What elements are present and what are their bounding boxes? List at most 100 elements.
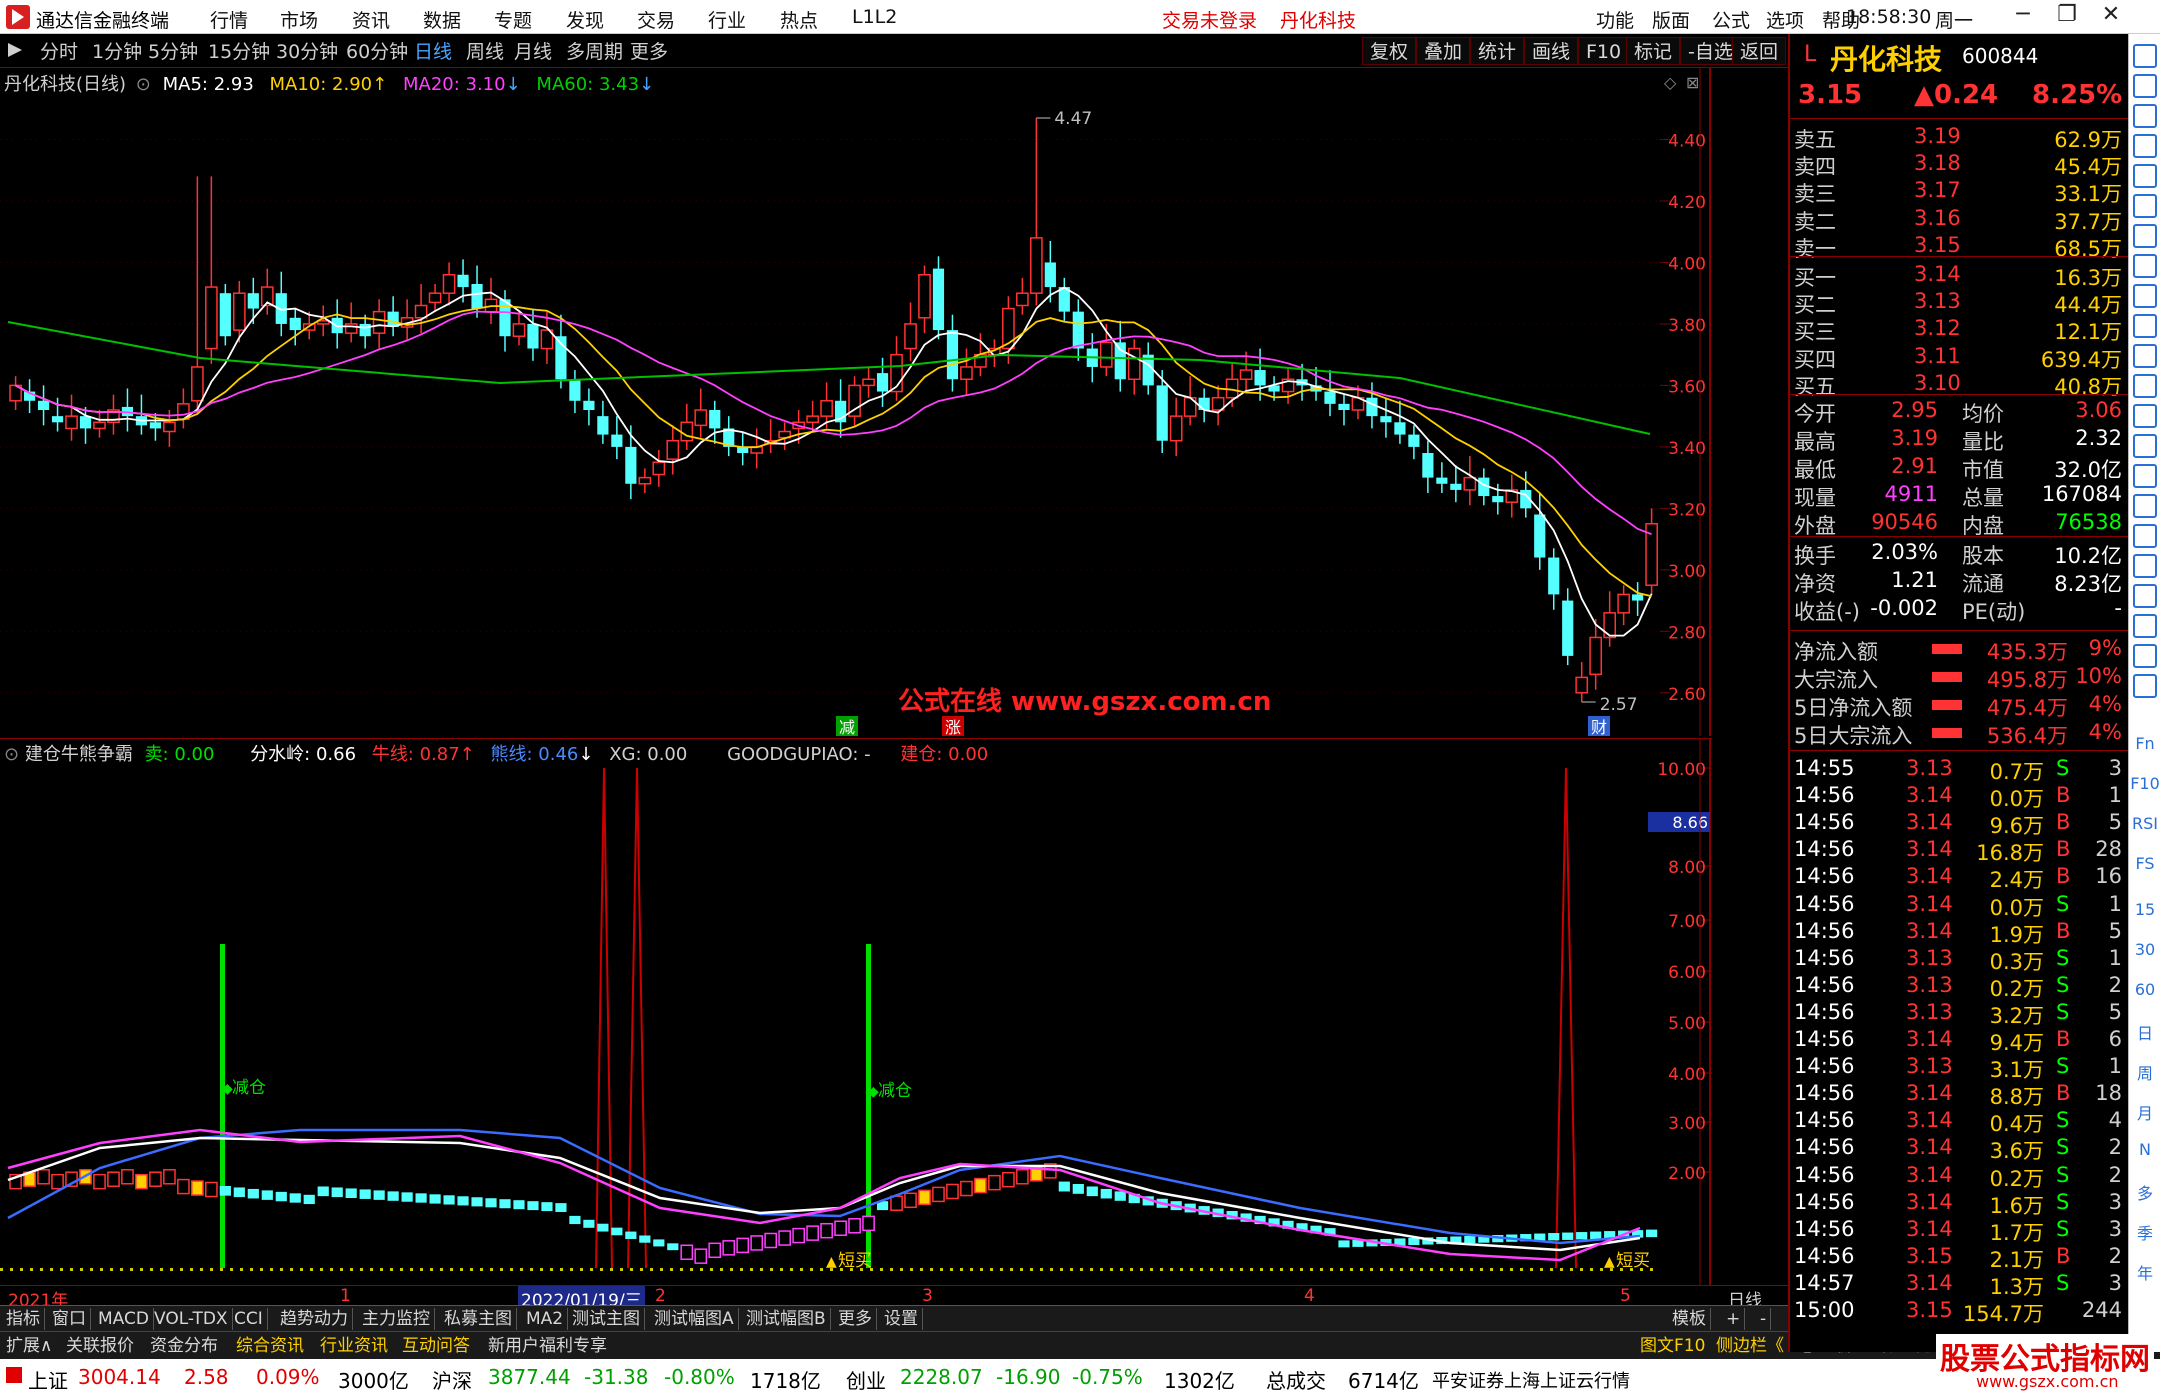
- toolbar-btn-6[interactable]: 标记: [1626, 37, 1681, 65]
- bid-row[interactable]: 买一 3.14 16.3万: [1794, 262, 2128, 290]
- side-tool-icon[interactable]: [2133, 164, 2157, 188]
- side-tool-label[interactable]: 年: [2129, 1260, 2160, 1284]
- indicator-tab-2[interactable]: 窗口: [48, 1308, 91, 1330]
- minimize-icon[interactable]: ─: [2006, 2, 2040, 30]
- period-tab-7[interactable]: 日线: [408, 39, 458, 65]
- ind-gear-icon[interactable]: ⊙: [4, 744, 19, 765]
- side-tool-icon[interactable]: [2133, 194, 2157, 218]
- ext-tab-5[interactable]: 行业资讯: [316, 1335, 392, 1357]
- bid-row[interactable]: 买四 3.11 639.4万: [1794, 344, 2128, 372]
- side-tool-icon[interactable]: [2133, 584, 2157, 608]
- side-tool-label[interactable]: FS: [2129, 854, 2160, 873]
- ext-tab-7[interactable]: 新用户福利专享: [484, 1335, 611, 1357]
- indicator-tab-12[interactable]: 测试幅图B: [742, 1308, 831, 1330]
- indicator-tab-10[interactable]: 测试主图: [568, 1308, 645, 1330]
- menu-9[interactable]: 热点: [780, 6, 818, 33]
- period-tab-3[interactable]: 5分钟: [142, 39, 204, 65]
- side-tab-2[interactable]: 侧边栏《: [1712, 1335, 1788, 1357]
- side-tool-label[interactable]: 月: [2129, 1100, 2160, 1124]
- side-tool-icon[interactable]: [2133, 494, 2157, 518]
- indicator-tab-1[interactable]: 指标: [2, 1308, 45, 1330]
- menu-6[interactable]: 发现: [566, 6, 604, 33]
- restore-icon[interactable]: ❐: [2050, 2, 2084, 30]
- indicator-tab-9[interactable]: MA2: [522, 1308, 569, 1330]
- side-tool-icon[interactable]: [2133, 284, 2157, 308]
- collapse-icon[interactable]: [8, 43, 22, 57]
- side-tool-icon[interactable]: [2133, 524, 2157, 548]
- toolbar-btn-1[interactable]: 复权: [1362, 37, 1417, 65]
- side-tool-label[interactable]: F10: [2129, 774, 2160, 793]
- toolbar-btn-2[interactable]: 叠加: [1416, 37, 1471, 65]
- ext-tab-6[interactable]: 互动问答: [398, 1335, 474, 1357]
- period-tab-8[interactable]: 周线: [460, 39, 510, 65]
- period-tab-10[interactable]: 多周期: [560, 39, 629, 65]
- indicator-tab-4[interactable]: VOL-TDX: [150, 1308, 233, 1330]
- period-tab-2[interactable]: 1分钟: [86, 39, 148, 65]
- period-tab-4[interactable]: 15分钟: [202, 39, 276, 65]
- ext-tab-3[interactable]: 资金分布: [146, 1335, 222, 1357]
- side-tool-icon[interactable]: [2133, 254, 2157, 278]
- chart-diamond-icon[interactable]: ◇: [1664, 73, 1677, 92]
- side-tool-icon[interactable]: [2133, 224, 2157, 248]
- indicator-tab-7[interactable]: 主力监控: [358, 1308, 435, 1330]
- side-tool-icon[interactable]: [2133, 104, 2157, 128]
- indicator-tab-6[interactable]: 趋势动力: [276, 1308, 353, 1330]
- chart-close-icon[interactable]: ⊠: [1686, 73, 1699, 92]
- ask-row[interactable]: 卖四 3.18 45.4万: [1794, 151, 2128, 179]
- cy-label[interactable]: 创业: [846, 1365, 886, 1394]
- bid-row[interactable]: 买二 3.13 44.4万: [1794, 289, 2128, 317]
- side-tool-icon[interactable]: [2133, 134, 2157, 158]
- right-menu-4[interactable]: 选项: [1766, 6, 1804, 33]
- side-tool-icon[interactable]: [2133, 44, 2157, 68]
- indicator-tab-14[interactable]: 设置: [880, 1308, 923, 1330]
- right-menu-1[interactable]: 功能: [1596, 6, 1634, 33]
- right-menu-3[interactable]: 公式: [1712, 6, 1750, 33]
- sh-label[interactable]: 上证: [28, 1365, 68, 1394]
- menu-10[interactable]: L1L2: [852, 6, 897, 28]
- menu-2[interactable]: 市场: [280, 6, 318, 33]
- bid-row[interactable]: 买三 3.12 12.1万: [1794, 316, 2128, 344]
- sz-label[interactable]: 沪深: [432, 1365, 472, 1394]
- side-tool-icon[interactable]: [2133, 314, 2157, 338]
- side-tool-icon[interactable]: [2133, 674, 2157, 698]
- side-tool-label[interactable]: 多: [2129, 1180, 2160, 1204]
- period-tab-9[interactable]: 月线: [508, 39, 558, 65]
- right-menu-2[interactable]: 版面: [1652, 6, 1690, 33]
- toolbar-btn-5[interactable]: F10: [1578, 37, 1630, 65]
- side-tool-label[interactable]: 60: [2129, 980, 2160, 999]
- side-tool-icon[interactable]: [2133, 404, 2157, 428]
- kline-chart[interactable]: 4.404.204.003.803.603.403.203.002.802.60…: [0, 68, 1712, 736]
- side-tool-label[interactable]: 15: [2129, 900, 2160, 919]
- side-tool-icon[interactable]: [2133, 344, 2157, 368]
- toolbar-btn-4[interactable]: 画线: [1524, 37, 1579, 65]
- indicator-chart[interactable]: 10.008.007.006.005.004.003.002.008.66减仓减…: [0, 738, 1712, 1285]
- side-tool-label[interactable]: RSI: [2129, 814, 2160, 833]
- period-tab-5[interactable]: 30分钟: [270, 39, 344, 65]
- menu-1[interactable]: 行情: [210, 6, 248, 33]
- side-tool-label[interactable]: 日: [2129, 1020, 2160, 1044]
- legend-gear-icon[interactable]: ⊙: [136, 74, 151, 95]
- ask-row[interactable]: 卖二 3.16 37.7万: [1794, 206, 2128, 234]
- template-btn-3[interactable]: -: [1756, 1308, 1772, 1330]
- stock-tab[interactable]: 丹化科技: [1280, 6, 1356, 33]
- login-status[interactable]: 交易未登录: [1162, 6, 1257, 33]
- menu-3[interactable]: 资讯: [352, 6, 390, 33]
- side-tool-label[interactable]: N: [2129, 1140, 2160, 1159]
- indicator-tab-8[interactable]: 私募主图: [440, 1308, 517, 1330]
- close-icon[interactable]: ✕: [2094, 2, 2128, 30]
- side-tool-icon[interactable]: [2133, 464, 2157, 488]
- period-tab-11[interactable]: 更多: [624, 39, 674, 65]
- indicator-tab-13[interactable]: 更多: [834, 1308, 877, 1330]
- menu-8[interactable]: 行业: [708, 6, 746, 33]
- menu-7[interactable]: 交易: [637, 6, 675, 33]
- side-tool-icon[interactable]: [2133, 434, 2157, 458]
- side-tool-icon[interactable]: [2133, 74, 2157, 98]
- side-tab-1[interactable]: 图文F10: [1636, 1335, 1709, 1357]
- side-tool-icon[interactable]: [2133, 554, 2157, 578]
- period-tab-1[interactable]: 分时: [34, 39, 84, 65]
- toolbar-btn-3[interactable]: 统计: [1470, 37, 1525, 65]
- indicator-tab-5[interactable]: CCI: [230, 1308, 268, 1330]
- side-tool-label[interactable]: 周: [2129, 1060, 2160, 1084]
- side-tool-icon[interactable]: [2133, 614, 2157, 638]
- ext-tab-4[interactable]: 综合资讯: [232, 1335, 308, 1357]
